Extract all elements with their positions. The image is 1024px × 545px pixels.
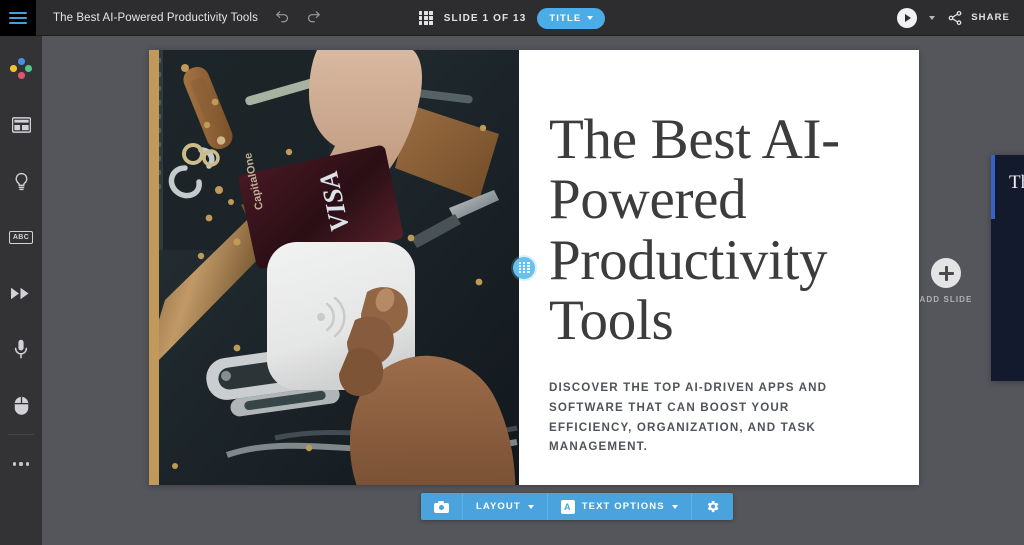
redo-icon[interactable] [305,9,322,26]
slide-text-block[interactable]: The Best AI-Powered Productivity Tools D… [519,50,919,485]
plus-icon [931,258,961,288]
text-options-button[interactable]: A TEXT OPTIONS [547,493,692,520]
slide-settings-button[interactable] [691,493,733,520]
image-text-split-handle[interactable] [513,256,535,279]
undo-icon[interactable] [274,9,291,26]
gear-icon [707,500,719,513]
present-options-chevron-down-icon[interactable] [929,15,936,20]
mouse-pointer-icon [14,396,28,415]
next-slide-accent-bar [991,155,995,219]
camera-icon [434,500,449,513]
sidebar-item-transitions[interactable] [0,272,42,314]
share-icon [948,10,962,25]
add-slide-label: ADD SLIDE [919,295,973,304]
sidebar-item-presenter[interactable] [0,384,42,426]
document-title[interactable]: The Best AI-Powered Productivity Tools [53,12,258,24]
fast-forward-icon [11,287,29,299]
sidebar-item-layout[interactable] [0,104,42,146]
slide-image[interactable]: CapitalOne VISA ner [149,50,519,485]
slide-layout-dropdown[interactable]: TITLE [537,7,606,29]
sidebar-item-record[interactable] [0,328,42,370]
topbar-right-actions: SHARE [897,7,1024,28]
play-icon [905,13,912,22]
slide-format-toolbar: LAYOUT A TEXT OPTIONS [421,493,733,520]
lightbulb-icon [15,172,27,190]
present-button[interactable] [897,7,918,28]
add-slide-button[interactable]: ADD SLIDE [911,258,981,304]
top-toolbar: The Best AI-Powered Productivity Tools S… [0,0,1024,36]
undo-redo-group [274,9,322,26]
letter-a-icon: A [560,499,575,514]
slide-layout-label: TITLE [549,12,582,24]
current-slide[interactable]: CapitalOne VISA ner [149,50,919,485]
sidebar-item-ideas[interactable] [0,160,42,202]
image-accent-strip [149,50,159,485]
sidebar-divider [8,434,34,435]
slide-counter: SLIDE 1 OF 13 [443,12,527,24]
drag-grid-handle-icon [518,262,530,273]
layout-button[interactable]: LAYOUT [463,493,548,520]
payment-photo-artwork: CapitalOne VISA ner [149,50,519,485]
layout-icon [11,117,31,133]
microphone-icon [14,339,28,359]
layout-button-label: LAYOUT [476,501,521,512]
hamburger-menu-button[interactable] [0,0,36,36]
chevron-down-icon [587,16,594,20]
chevron-down-icon [671,504,678,509]
more-options-icon [13,462,29,466]
slide-title[interactable]: The Best AI-Powered Productivity Tools [549,109,875,352]
share-label: SHARE [971,12,1010,23]
sidebar-item-design[interactable] [0,48,42,90]
sidebar-item-text[interactable]: ABC [0,216,42,258]
grid-view-icon[interactable] [418,11,433,25]
hamburger-menu-icon [9,9,27,27]
next-slide-thumbnail[interactable]: Th [991,155,1024,381]
slide-subtitle[interactable]: DISCOVER THE TOP AI-DRIVEN APPS AND SOFT… [549,378,875,458]
text-options-button-label: TEXT OPTIONS [581,501,665,512]
presentation-editor: The Best AI-Powered Productivity Tools S… [0,0,1024,545]
sidebar-item-more[interactable] [0,443,42,485]
image-options-button[interactable] [421,493,463,520]
chevron-down-icon [527,504,534,509]
share-button[interactable]: SHARE [947,10,1010,26]
design-dots-icon [10,58,32,80]
abc-text-icon: ABC [8,230,34,244]
next-slide-title: Th [1009,172,1024,193]
slide-canvas: Th ADD SLIDE [42,36,1024,545]
left-sidebar: ABC [0,36,42,545]
